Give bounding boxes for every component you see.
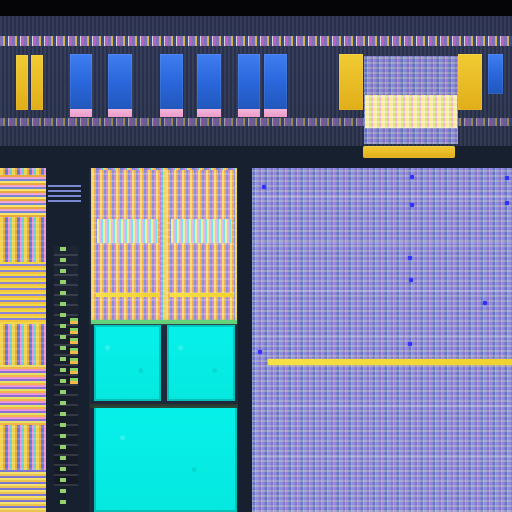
io-pad-pink-3 xyxy=(160,109,183,117)
io-pad-blue-6 xyxy=(264,54,287,110)
center-accent-left xyxy=(97,219,157,243)
center-green-line xyxy=(91,320,237,324)
blue-marker-1 xyxy=(262,185,266,189)
center-vertical-channel xyxy=(238,168,252,512)
left-yellow-bank xyxy=(0,262,46,324)
center-core-left-panel xyxy=(92,170,160,322)
io-pad-blue-3 xyxy=(160,54,183,110)
center-yellow-line-1 xyxy=(96,293,160,297)
right-line-3 xyxy=(252,290,512,292)
io-pad-yellow-1 xyxy=(16,55,28,110)
right-line-2 xyxy=(252,242,512,244)
right-line-1 xyxy=(252,196,512,198)
top-right-yellow-bar xyxy=(363,146,455,158)
io-pad-yellow-2 xyxy=(31,55,43,110)
left-logic-column xyxy=(0,168,46,512)
blue-marker-9 xyxy=(408,342,412,346)
left-green-vias xyxy=(60,244,66,504)
chip-die-photo xyxy=(0,0,512,512)
right-yellow-bus xyxy=(268,359,512,365)
cyan-sram-block-2 xyxy=(167,325,235,401)
right-grid-overlay xyxy=(252,168,512,512)
left-color-vias xyxy=(70,314,78,384)
io-pad-blue-7 xyxy=(488,54,503,94)
io-pad-pink-2 xyxy=(108,109,132,117)
blue-marker-10 xyxy=(258,350,262,354)
cyan-sram-block-3 xyxy=(94,406,237,512)
blue-marker-2 xyxy=(410,175,414,179)
top-right-pattern xyxy=(365,95,457,128)
cyan-divider xyxy=(90,404,240,408)
blue-marker-3 xyxy=(410,203,414,207)
right-line-4 xyxy=(252,336,512,338)
blue-marker-5 xyxy=(505,201,509,205)
blue-marker-6 xyxy=(408,256,412,260)
blue-marker-8 xyxy=(483,301,487,305)
io-pad-blue-5 xyxy=(238,54,260,110)
io-pad-yellow-3 xyxy=(339,54,363,110)
right-line-5 xyxy=(252,405,512,407)
cyan-sram-block-1 xyxy=(94,325,161,401)
top-io-strip-upper xyxy=(0,36,512,46)
center-accent-right xyxy=(171,219,231,243)
left-routing-block-1 xyxy=(48,182,81,202)
io-pad-blue-4 xyxy=(197,54,221,110)
io-pad-pink-5 xyxy=(238,109,260,117)
io-pad-blue-2 xyxy=(108,54,132,110)
blue-marker-4 xyxy=(505,176,509,180)
left-mid-bank xyxy=(0,365,46,425)
left-top-accent xyxy=(0,175,46,217)
io-pad-pink-6 xyxy=(264,109,287,117)
left-bottom-bank xyxy=(0,470,46,512)
right-line-6 xyxy=(252,456,512,458)
center-core-right-panel xyxy=(166,170,235,322)
io-pad-pink-1 xyxy=(70,109,92,117)
top-border xyxy=(0,0,512,16)
io-pad-yellow-4 xyxy=(458,54,482,110)
io-pad-blue-1 xyxy=(70,54,92,110)
blue-marker-7 xyxy=(409,278,413,282)
center-yellow-line-2 xyxy=(170,293,234,297)
io-pad-pink-4 xyxy=(197,109,221,117)
